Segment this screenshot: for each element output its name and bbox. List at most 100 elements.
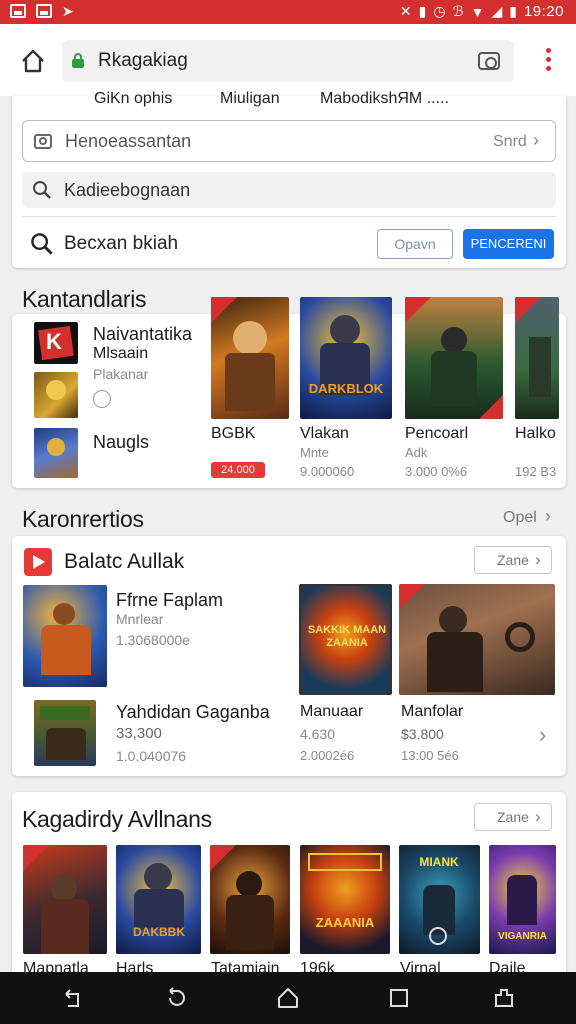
app-icon[interactable] bbox=[34, 372, 78, 418]
sim-icon: ▮ bbox=[418, 3, 427, 19]
signal-icon: ◢ bbox=[491, 3, 503, 19]
section-title: Kagadirdy Avllnans bbox=[22, 806, 212, 832]
open-button[interactable]: Opavn bbox=[377, 229, 453, 259]
arrow-icon: ➤ bbox=[62, 3, 74, 19]
search-field-secondary-text: Kadieebognaan bbox=[64, 180, 191, 200]
chevron-right-icon[interactable]: › bbox=[539, 722, 546, 748]
see-more-label: Zane bbox=[497, 552, 529, 568]
list-item-subtitle: Mlsaain bbox=[93, 345, 149, 362]
game-subtitle: Mnte bbox=[300, 445, 329, 460]
chevron-right-icon: › bbox=[545, 506, 551, 526]
see-more-label: Zane bbox=[497, 809, 529, 825]
bluetooth-icon: ✕ bbox=[399, 3, 412, 19]
game-thumbnail[interactable] bbox=[34, 700, 96, 766]
recents-icon[interactable] bbox=[387, 986, 411, 1010]
game-thumbnail[interactable]: SAKKIK MAAN ZAANIA bbox=[299, 584, 392, 695]
thumbnail-logo: ZAAANIA bbox=[315, 915, 375, 930]
url-text: Rkagakiag bbox=[98, 50, 188, 71]
section-title: Kantandlaris bbox=[22, 286, 147, 312]
list-item-subtitle: Plakanar bbox=[93, 366, 149, 382]
game-thumbnail[interactable]: ZAAANIA bbox=[300, 845, 390, 954]
section-action[interactable]: Opel bbox=[503, 509, 537, 527]
app-icon[interactable]: K bbox=[34, 322, 78, 364]
status-bar: ➤ ✕ ▮ ◷ ℬ ▼ ◢ ▮ 19:20 bbox=[0, 0, 576, 24]
game-thumbnail[interactable] bbox=[23, 845, 107, 954]
game-title[interactable]: Vlakan bbox=[300, 425, 349, 443]
brand-icon bbox=[24, 548, 52, 576]
camera-icon[interactable] bbox=[478, 52, 500, 70]
overflow-menu-icon[interactable] bbox=[546, 48, 552, 72]
topnav-item[interactable]: MabodikshЯM ..... bbox=[320, 90, 449, 108]
price-badge: 24.000 bbox=[211, 462, 265, 478]
game-price: 13:00 5é6 bbox=[401, 748, 459, 763]
game-price: 3.000 0%6 bbox=[405, 464, 468, 479]
thumbnail-logo: SAKKIK MAAN ZAANIA bbox=[307, 624, 387, 649]
game-thumbnail[interactable]: DARKBLOK bbox=[300, 297, 392, 419]
game-price: 192 B3 bbox=[515, 464, 557, 479]
alarm-icon: ◷ bbox=[433, 3, 446, 19]
chevron-right-icon: › bbox=[535, 807, 541, 826]
thumbnail-logo: VIGANRIA bbox=[498, 931, 547, 942]
list-item-title[interactable]: Naivantatika bbox=[93, 324, 192, 345]
game-title[interactable]: Halko bbox=[515, 425, 556, 443]
thumbnail-logo: DAKBBK bbox=[133, 925, 185, 939]
vibrate-icon: ℬ bbox=[452, 3, 464, 19]
search-field-primary[interactable]: Henoeassantan Snrd › bbox=[22, 120, 556, 162]
chevron-right-icon: › bbox=[535, 550, 541, 569]
item-price: 1.0.040076 bbox=[116, 748, 187, 764]
game-subtitle: 4.630 bbox=[300, 726, 336, 742]
thumbnail-logo: DARKBLOK bbox=[308, 381, 384, 396]
game-price: 9.000060 bbox=[300, 464, 355, 479]
game-subtitle: Adk bbox=[405, 445, 428, 460]
address-bar[interactable]: Rkagakiag bbox=[62, 40, 514, 82]
game-title[interactable]: BGBK bbox=[211, 425, 255, 443]
notification-icon bbox=[10, 4, 26, 18]
section-title: Karonrertios bbox=[22, 506, 144, 532]
thumbnail-logo: MIANK bbox=[419, 855, 459, 869]
system-nav-bar bbox=[0, 972, 576, 1024]
search-field-action[interactable]: Snrd bbox=[493, 133, 527, 151]
list-item-title[interactable]: Naugls bbox=[93, 432, 149, 453]
undo-icon[interactable] bbox=[164, 986, 188, 1010]
game-title[interactable]: Manfolar bbox=[401, 703, 463, 721]
back-icon[interactable] bbox=[60, 986, 84, 1010]
notification-icon bbox=[36, 4, 52, 18]
game-thumbnail[interactable]: VIGANRIA bbox=[489, 845, 556, 954]
home-icon[interactable] bbox=[20, 48, 46, 74]
app-icon[interactable] bbox=[34, 428, 78, 478]
divider bbox=[22, 216, 556, 217]
screenshot-icon[interactable] bbox=[492, 986, 516, 1010]
game-thumbnail[interactable]: DAKBBK bbox=[116, 845, 201, 954]
search-field-primary-text: Henoeassantan bbox=[65, 131, 192, 151]
search-field-secondary[interactable]: Kadieebognaan bbox=[22, 172, 556, 208]
topnav-item[interactable]: GiKn ophis bbox=[94, 90, 172, 108]
chevron-right-icon: › bbox=[533, 130, 539, 150]
game-thumbnail[interactable] bbox=[399, 584, 555, 695]
game-thumbnail[interactable] bbox=[405, 297, 503, 419]
lock-icon bbox=[72, 53, 84, 68]
item-subtitle: 33,300 bbox=[116, 725, 162, 742]
card-header: Balatc Aullak bbox=[64, 550, 185, 573]
topnav-item[interactable]: Miuligan bbox=[220, 90, 280, 108]
game-subtitle: $3.800 bbox=[401, 726, 444, 742]
game-title[interactable]: Manuaar bbox=[300, 703, 363, 721]
info-icon[interactable] bbox=[93, 390, 111, 408]
game-thumbnail[interactable] bbox=[23, 585, 107, 687]
search-button[interactable]: PENCERENI bbox=[463, 229, 554, 259]
item-title[interactable]: Ffrne Faplam bbox=[116, 590, 223, 611]
game-thumbnail[interactable]: MIANK bbox=[399, 845, 480, 954]
search-query[interactable]: Becxan bkiah bbox=[64, 233, 178, 255]
game-title[interactable]: Pencoarl bbox=[405, 425, 468, 443]
see-more-button[interactable]: Zane › bbox=[474, 546, 552, 574]
battery-icon: ▮ bbox=[509, 3, 517, 19]
game-thumbnail[interactable] bbox=[515, 297, 559, 419]
home-icon[interactable] bbox=[276, 986, 300, 1010]
see-more-button[interactable]: Zane › bbox=[474, 803, 552, 831]
item-title[interactable]: Yahdidan Gaganba bbox=[116, 702, 270, 723]
item-price: 1.3068000e bbox=[116, 632, 190, 648]
search-icon bbox=[33, 181, 51, 199]
clock: 19:20 bbox=[523, 3, 564, 20]
game-thumbnail[interactable] bbox=[210, 845, 290, 954]
game-price: 2.0002é6 bbox=[300, 748, 355, 763]
game-thumbnail[interactable] bbox=[211, 297, 289, 419]
